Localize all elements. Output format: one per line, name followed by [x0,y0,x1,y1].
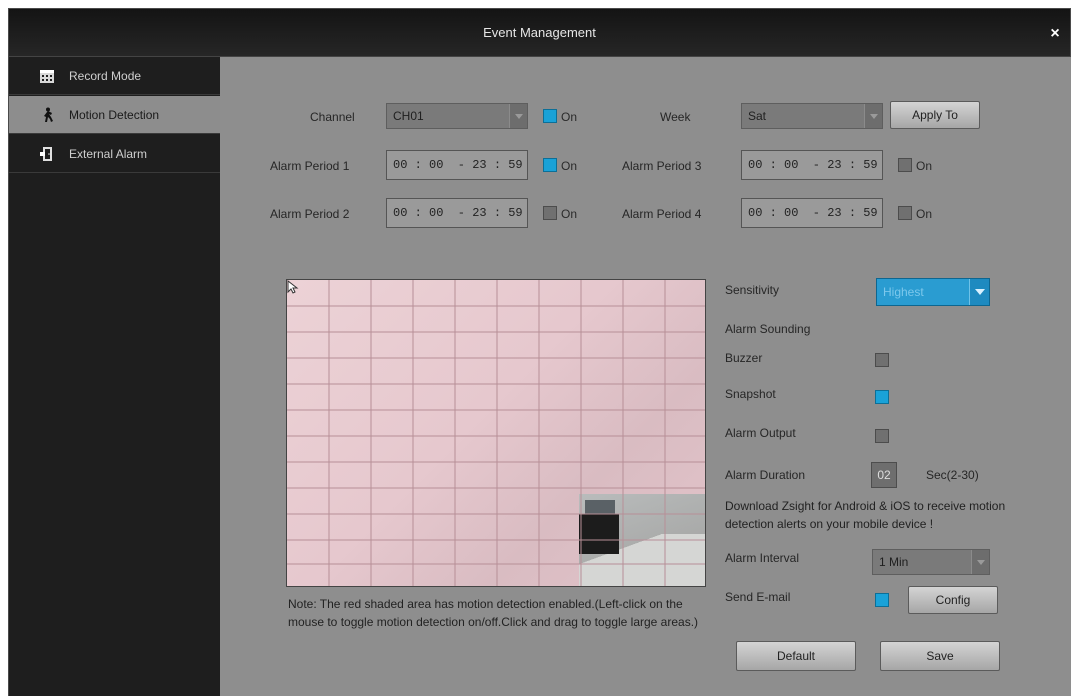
alarm-period-4-on-label: On [916,207,933,221]
running-person-icon [44,107,53,122]
alarm-duration-label: Alarm Duration [725,468,806,482]
alarm-sounding-label: Alarm Sounding [725,322,811,336]
sensitivity-value: Highest [883,285,924,299]
alarm-interval-label: Alarm Interval [725,551,800,565]
alarm-duration-input[interactable]: 02 [871,462,897,488]
motion-detection-panel: Channel CH01 On Week Sat Apply To Alarm … [220,57,1071,696]
alarm-output-checkbox[interactable] [875,429,889,443]
snapshot-label: Snapshot [725,387,776,401]
sidebar-item-label: Motion Detection [69,107,160,122]
save-button[interactable]: Save [880,641,1000,671]
alarm-period-2-label: Alarm Period 2 [270,207,350,221]
sidebar-item-label: Record Mode [69,68,142,83]
alarm-period-1-on-label: On [561,159,578,173]
alarm-interval-value: 1 Min [879,555,909,569]
week-value: Sat [748,109,767,123]
calendar-icon [40,70,54,83]
chevron-down-icon [969,279,989,305]
alarm-period-2-on-checkbox[interactable] [543,206,557,220]
chevron-down-icon [971,550,989,574]
week-select[interactable]: Sat [741,103,883,129]
channel-value: CH01 [393,109,424,123]
apply-to-button[interactable]: Apply To [890,101,980,129]
alarm-period-3-on-checkbox[interactable] [898,158,912,172]
default-button[interactable]: Default [736,641,856,671]
snapshot-checkbox[interactable] [875,390,889,404]
alarm-period-2-on-label: On [561,207,578,221]
channel-on-checkbox[interactable] [543,109,557,123]
buzzer-label: Buzzer [725,351,763,365]
alarm-period-2-time[interactable]: 00 : 00 - 23 : 59 [386,198,528,228]
alarm-period-4-label: Alarm Period 4 [622,207,702,221]
close-icon[interactable]: × [1046,25,1064,43]
alarm-period-1-label: Alarm Period 1 [270,159,350,173]
sidebar-item-external-alarm[interactable]: External Alarm [9,135,220,173]
chevron-down-icon [509,104,527,128]
sidebar-item-motion-detection[interactable]: Motion Detection [9,96,220,134]
alarm-period-1-time[interactable]: 00 : 00 - 23 : 59 [386,150,528,180]
motion-grid-lines [287,280,705,586]
alarm-period-1-on-checkbox[interactable] [543,158,557,172]
alarm-door-icon [40,147,52,161]
config-button[interactable]: Config [908,586,998,614]
send-email-checkbox[interactable] [875,593,889,607]
event-management-window: Event Management × Record Mode Motion De… [8,8,1071,696]
sidebar-item-record-mode[interactable]: Record Mode [9,57,220,95]
alarm-period-3-time[interactable]: 00 : 00 - 23 : 59 [741,150,883,180]
window-title: Event Management [483,25,596,40]
alarm-output-label: Alarm Output [725,426,796,440]
week-label: Week [660,110,691,124]
chevron-down-icon [864,104,882,128]
alarm-period-4-on-checkbox[interactable] [898,206,912,220]
sensitivity-label: Sensitivity [725,283,780,297]
buzzer-checkbox[interactable] [875,353,889,367]
motion-detection-grid[interactable] [286,279,706,587]
download-tip: Download Zsight for Android & iOS to rec… [725,499,1006,531]
sidebar-item-label: External Alarm [69,146,148,161]
sensitivity-select[interactable]: Highest [876,278,990,306]
alarm-period-4-time[interactable]: 00 : 00 - 23 : 59 [741,198,883,228]
motion-note: Note: The red shaded area has motion det… [288,597,699,629]
channel-label: Channel [310,110,355,124]
sidebar: Record Mode Motion Detection External Al… [9,57,220,696]
channel-on-label: On [561,110,578,124]
send-email-label: Send E-mail [725,590,791,604]
title-bar: Event Management × [9,9,1070,57]
alarm-period-3-on-label: On [916,159,933,173]
alarm-period-3-label: Alarm Period 3 [622,159,702,173]
alarm-interval-select[interactable]: 1 Min [872,549,990,575]
channel-select[interactable]: CH01 [386,103,528,129]
alarm-duration-unit: Sec(2-30) [926,468,979,482]
mouse-pointer-icon [287,280,299,294]
